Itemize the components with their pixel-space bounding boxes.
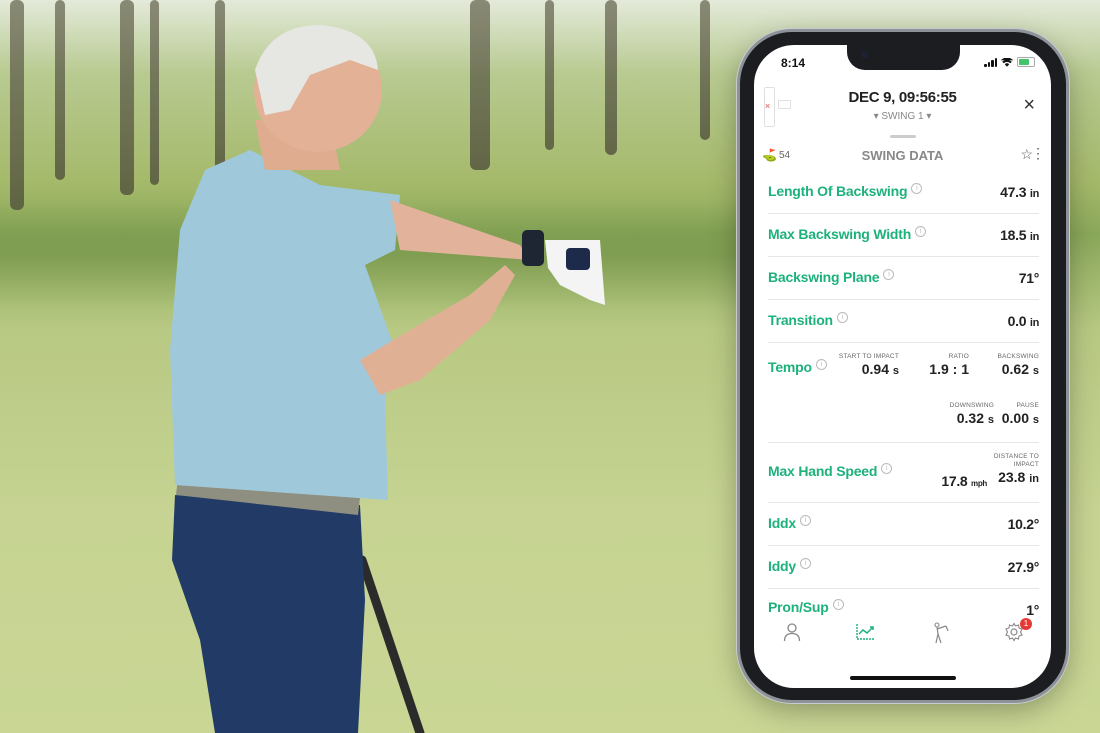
metric-label: Backswing Plane xyxy=(768,269,880,285)
phone-device: 8:14 × DEC 9, 09:56:55 ▾ SWING 1 ▾ × ⛳ 5… xyxy=(740,32,1066,700)
hand-speed-row[interactable]: Max Hand Speed i 17.8 mph DISTANCE TO IMP… xyxy=(768,443,1039,503)
more-options-icon[interactable]: ⋮ xyxy=(1031,145,1045,162)
phone-screen: 8:14 × DEC 9, 09:56:55 ▾ SWING 1 ▾ × ⛳ 5… xyxy=(754,45,1051,688)
metric-row[interactable]: Length Of Backswing i 47.3 in xyxy=(768,171,1039,214)
signal-icon xyxy=(984,57,997,67)
metric-label: Iddx xyxy=(768,515,796,531)
section-title: SWING DATA xyxy=(861,148,944,163)
golfer-figure xyxy=(170,25,605,733)
metric-row[interactable]: Iddy i 27.9° xyxy=(768,546,1039,589)
pause-time: PAUSE 0.00 s xyxy=(1001,402,1039,426)
phone-notch xyxy=(847,45,960,70)
metric-row[interactable]: Max Backswing Width i 18.5 in xyxy=(768,214,1039,257)
info-icon[interactable]: i xyxy=(815,359,827,370)
tab-stats[interactable] xyxy=(854,622,878,646)
swing-selector[interactable]: ▾ SWING 1 ▾ xyxy=(754,111,1051,122)
metric-unit: in xyxy=(1029,317,1039,329)
metric-unit: in xyxy=(1029,188,1039,200)
tempo-row[interactable]: Tempo i START TO IMPACT 0.94 s RATIO 1.9 … xyxy=(768,343,1039,443)
metric-value: 10.2° xyxy=(1007,516,1040,532)
start-to-impact: START TO IMPACT 0.94 s xyxy=(838,353,899,377)
metric-label: Length Of Backswing xyxy=(768,183,908,199)
info-icon[interactable]: i xyxy=(836,312,848,323)
chart-trend-icon xyxy=(856,624,875,640)
swing-metrics-list: Length Of Backswing i 47.3 in Max Backswi… xyxy=(768,171,1039,631)
metric-value: 71° xyxy=(1018,270,1040,286)
battery-icon xyxy=(1017,57,1035,67)
metric-value: 0.0 xyxy=(1007,313,1027,329)
hand-speed-value: 17.8 mph xyxy=(941,473,987,489)
metric-row[interactable]: Backswing Plane i 71° xyxy=(768,257,1039,300)
tab-settings[interactable]: 1 xyxy=(1002,618,1032,646)
metric-value: 1° xyxy=(1026,602,1039,618)
info-icon[interactable]: i xyxy=(832,599,844,610)
metric-label: Tempo xyxy=(768,359,812,375)
metric-label: Pron/Sup xyxy=(768,599,829,615)
status-icons xyxy=(984,57,1035,67)
close-icon[interactable]: × xyxy=(1023,95,1035,115)
backswing-time: BACKSWING 0.62 s xyxy=(997,353,1039,377)
notification-badge: 1 xyxy=(1020,618,1032,630)
tab-swing[interactable] xyxy=(928,622,952,646)
golfer-icon xyxy=(934,622,949,644)
info-icon[interactable]: i xyxy=(881,463,893,474)
person-icon xyxy=(783,623,801,642)
wifi-icon xyxy=(1001,57,1013,67)
metric-label: Iddy xyxy=(768,558,796,574)
info-icon[interactable]: i xyxy=(799,515,811,526)
tab-profile[interactable] xyxy=(780,622,804,646)
metric-label: Transition xyxy=(768,312,833,328)
metric-label: Max Hand Speed xyxy=(768,463,878,479)
info-icon[interactable]: i xyxy=(883,269,895,280)
sheet-drag-handle[interactable] xyxy=(890,135,916,138)
metric-value: 47.3 xyxy=(1000,184,1027,200)
section-header: ⛳ 54 SWING DATA ☆ ⋮ xyxy=(754,145,1051,167)
info-icon[interactable]: i xyxy=(911,183,923,194)
metric-row[interactable]: Transition i 0.0 in xyxy=(768,300,1039,343)
downswing-time: DOWNSWING 0.32 s xyxy=(949,402,994,426)
metric-label: Max Backswing Width xyxy=(768,226,912,242)
metric-unit: in xyxy=(1029,231,1039,243)
distance-to-impact: DISTANCE TO IMPACT 23.8 in xyxy=(993,453,1039,485)
info-icon[interactable]: i xyxy=(915,226,927,237)
home-indicator[interactable] xyxy=(850,676,956,680)
bottom-tab-bar: 1 xyxy=(754,618,1051,648)
tempo-ratio: RATIO 1.9 : 1 xyxy=(929,353,969,377)
info-icon[interactable]: i xyxy=(799,558,811,569)
metric-value: 27.9° xyxy=(1007,559,1040,575)
metric-value: 18.5 xyxy=(1000,227,1027,243)
swing-timestamp: DEC 9, 09:56:55 xyxy=(848,89,957,106)
metric-row[interactable]: Iddx i 10.2° xyxy=(768,503,1039,546)
status-time: 8:14 xyxy=(781,56,806,70)
